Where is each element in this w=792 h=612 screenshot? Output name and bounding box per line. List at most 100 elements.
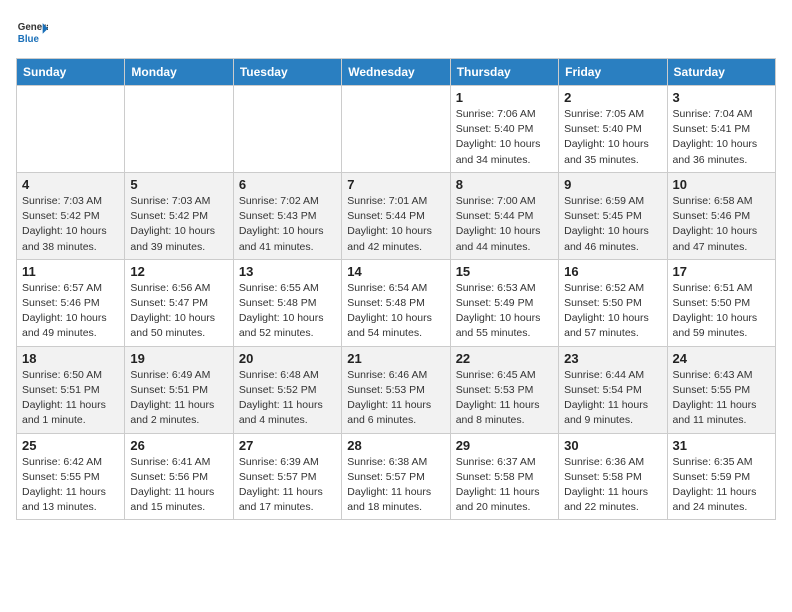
day-cell: 22 Sunrise: 6:45 AM Sunset: 5:53 PM Dayli… xyxy=(450,346,558,433)
day-info: Sunrise: 7:04 AM Sunset: 5:41 PM Dayligh… xyxy=(673,107,770,168)
day-info: Sunrise: 6:38 AM Sunset: 5:57 PM Dayligh… xyxy=(347,455,444,516)
day-cell: 4Sunrise: 7:03 AM Sunset: 5:42 PM Daylig… xyxy=(17,172,125,259)
day-number: 19 xyxy=(130,351,227,366)
day-info: Sunrise: 6:46 AM Sunset: 5:53 PM Dayligh… xyxy=(347,368,444,429)
day-number: 27 xyxy=(239,438,336,453)
weekday-header-wednesday: Wednesday xyxy=(342,59,450,86)
day-info: Sunrise: 6:54 AM Sunset: 5:48 PM Dayligh… xyxy=(347,281,444,342)
day-info: Sunrise: 7:03 AM Sunset: 5:42 PM Dayligh… xyxy=(130,194,227,255)
day-cell: 3 Sunrise: 7:04 AM Sunset: 5:41 PM Daylig… xyxy=(667,86,775,173)
day-number: 13 xyxy=(239,264,336,279)
week-row-5: 25 Sunrise: 6:42 AM Sunset: 5:55 PM Dayli… xyxy=(17,433,776,520)
day-info: Sunrise: 6:37 AM Sunset: 5:58 PM Dayligh… xyxy=(456,455,553,516)
day-number: 11 xyxy=(22,264,119,279)
day-number: 31 xyxy=(673,438,770,453)
day-cell: 13 Sunrise: 6:55 AM Sunset: 5:48 PM Dayli… xyxy=(233,259,341,346)
day-info: Sunrise: 7:01 AM Sunset: 5:44 PM Dayligh… xyxy=(347,194,444,255)
day-info: Sunrise: 6:57 AM Sunset: 5:46 PM Dayligh… xyxy=(22,281,119,342)
day-number: 30 xyxy=(564,438,661,453)
day-info: Sunrise: 6:48 AM Sunset: 5:52 PM Dayligh… xyxy=(239,368,336,429)
day-cell: 11 Sunrise: 6:57 AM Sunset: 5:46 PM Dayli… xyxy=(17,259,125,346)
day-number: 14 xyxy=(347,264,444,279)
day-cell: 5Sunrise: 7:03 AM Sunset: 5:42 PM Daylig… xyxy=(125,172,233,259)
day-number: 15 xyxy=(456,264,553,279)
day-number: 22 xyxy=(456,351,553,366)
day-cell: 6Sunrise: 7:02 AM Sunset: 5:43 PM Daylig… xyxy=(233,172,341,259)
week-row-1: 1 Sunrise: 7:06 AM Sunset: 5:40 PM Daylig… xyxy=(17,86,776,173)
calendar-table: SundayMondayTuesdayWednesdayThursdayFrid… xyxy=(16,58,776,520)
day-cell: 15Sunrise: 6:53 AM Sunset: 5:49 PM Dayli… xyxy=(450,259,558,346)
day-cell xyxy=(233,86,341,173)
day-cell: 16 Sunrise: 6:52 AM Sunset: 5:50 PM Dayli… xyxy=(559,259,667,346)
day-info: Sunrise: 6:36 AM Sunset: 5:58 PM Dayligh… xyxy=(564,455,661,516)
day-cell: 1 Sunrise: 7:06 AM Sunset: 5:40 PM Daylig… xyxy=(450,86,558,173)
day-number: 25 xyxy=(22,438,119,453)
day-cell: 2 Sunrise: 7:05 AM Sunset: 5:40 PM Daylig… xyxy=(559,86,667,173)
day-info: Sunrise: 7:06 AM Sunset: 5:40 PM Dayligh… xyxy=(456,107,553,168)
day-cell xyxy=(125,86,233,173)
day-info: Sunrise: 7:00 AM Sunset: 5:44 PM Dayligh… xyxy=(456,194,553,255)
day-cell: 18 Sunrise: 6:50 AM Sunset: 5:51 PM Dayli… xyxy=(17,346,125,433)
day-info: Sunrise: 6:45 AM Sunset: 5:53 PM Dayligh… xyxy=(456,368,553,429)
day-number: 24 xyxy=(673,351,770,366)
day-number: 8 xyxy=(456,177,553,192)
day-info: Sunrise: 6:55 AM Sunset: 5:48 PM Dayligh… xyxy=(239,281,336,342)
day-number: 28 xyxy=(347,438,444,453)
weekday-header-sunday: Sunday xyxy=(17,59,125,86)
day-number: 7 xyxy=(347,177,444,192)
week-row-3: 11 Sunrise: 6:57 AM Sunset: 5:46 PM Dayli… xyxy=(17,259,776,346)
weekday-header-friday: Friday xyxy=(559,59,667,86)
day-info: Sunrise: 7:02 AM Sunset: 5:43 PM Dayligh… xyxy=(239,194,336,255)
day-cell: 25 Sunrise: 6:42 AM Sunset: 5:55 PM Dayli… xyxy=(17,433,125,520)
day-cell: 10Sunrise: 6:58 AM Sunset: 5:46 PM Dayli… xyxy=(667,172,775,259)
day-cell: 20 Sunrise: 6:48 AM Sunset: 5:52 PM Dayli… xyxy=(233,346,341,433)
weekday-header-monday: Monday xyxy=(125,59,233,86)
day-number: 21 xyxy=(347,351,444,366)
page-header: General Blue xyxy=(16,16,776,48)
day-cell: 23Sunrise: 6:44 AM Sunset: 5:54 PM Dayli… xyxy=(559,346,667,433)
weekday-header-saturday: Saturday xyxy=(667,59,775,86)
day-info: Sunrise: 6:52 AM Sunset: 5:50 PM Dayligh… xyxy=(564,281,661,342)
week-row-2: 4Sunrise: 7:03 AM Sunset: 5:42 PM Daylig… xyxy=(17,172,776,259)
weekday-header-thursday: Thursday xyxy=(450,59,558,86)
day-cell: 21 Sunrise: 6:46 AM Sunset: 5:53 PM Dayli… xyxy=(342,346,450,433)
day-cell: 28 Sunrise: 6:38 AM Sunset: 5:57 PM Dayli… xyxy=(342,433,450,520)
day-info: Sunrise: 7:03 AM Sunset: 5:42 PM Dayligh… xyxy=(22,194,119,255)
day-info: Sunrise: 6:43 AM Sunset: 5:55 PM Dayligh… xyxy=(673,368,770,429)
day-cell xyxy=(17,86,125,173)
day-cell: 7 Sunrise: 7:01 AM Sunset: 5:44 PM Daylig… xyxy=(342,172,450,259)
weekday-header-row: SundayMondayTuesdayWednesdayThursdayFrid… xyxy=(17,59,776,86)
day-info: Sunrise: 6:50 AM Sunset: 5:51 PM Dayligh… xyxy=(22,368,119,429)
day-cell: 12 Sunrise: 6:56 AM Sunset: 5:47 PM Dayli… xyxy=(125,259,233,346)
day-cell: 30 Sunrise: 6:36 AM Sunset: 5:58 PM Dayli… xyxy=(559,433,667,520)
day-cell: 14 Sunrise: 6:54 AM Sunset: 5:48 PM Dayli… xyxy=(342,259,450,346)
day-number: 12 xyxy=(130,264,227,279)
day-number: 29 xyxy=(456,438,553,453)
day-info: Sunrise: 6:44 AM Sunset: 5:54 PM Dayligh… xyxy=(564,368,661,429)
week-row-4: 18 Sunrise: 6:50 AM Sunset: 5:51 PM Dayli… xyxy=(17,346,776,433)
day-number: 17 xyxy=(673,264,770,279)
day-info: Sunrise: 6:35 AM Sunset: 5:59 PM Dayligh… xyxy=(673,455,770,516)
day-info: Sunrise: 6:51 AM Sunset: 5:50 PM Dayligh… xyxy=(673,281,770,342)
day-number: 10 xyxy=(673,177,770,192)
day-cell xyxy=(342,86,450,173)
day-info: Sunrise: 7:05 AM Sunset: 5:40 PM Dayligh… xyxy=(564,107,661,168)
day-cell: 17 Sunrise: 6:51 AM Sunset: 5:50 PM Dayli… xyxy=(667,259,775,346)
day-cell: 27Sunrise: 6:39 AM Sunset: 5:57 PM Dayli… xyxy=(233,433,341,520)
day-cell: 26Sunrise: 6:41 AM Sunset: 5:56 PM Dayli… xyxy=(125,433,233,520)
day-cell: 29 Sunrise: 6:37 AM Sunset: 5:58 PM Dayli… xyxy=(450,433,558,520)
day-number: 18 xyxy=(22,351,119,366)
day-info: Sunrise: 6:56 AM Sunset: 5:47 PM Dayligh… xyxy=(130,281,227,342)
day-number: 9 xyxy=(564,177,661,192)
day-number: 1 xyxy=(456,90,553,105)
day-number: 20 xyxy=(239,351,336,366)
day-number: 3 xyxy=(673,90,770,105)
svg-text:Blue: Blue xyxy=(18,34,40,45)
day-cell: 8 Sunrise: 7:00 AM Sunset: 5:44 PM Daylig… xyxy=(450,172,558,259)
day-number: 16 xyxy=(564,264,661,279)
day-cell: 31 Sunrise: 6:35 AM Sunset: 5:59 PM Dayli… xyxy=(667,433,775,520)
day-info: Sunrise: 6:42 AM Sunset: 5:55 PM Dayligh… xyxy=(22,455,119,516)
weekday-header-tuesday: Tuesday xyxy=(233,59,341,86)
day-number: 2 xyxy=(564,90,661,105)
day-number: 26 xyxy=(130,438,227,453)
